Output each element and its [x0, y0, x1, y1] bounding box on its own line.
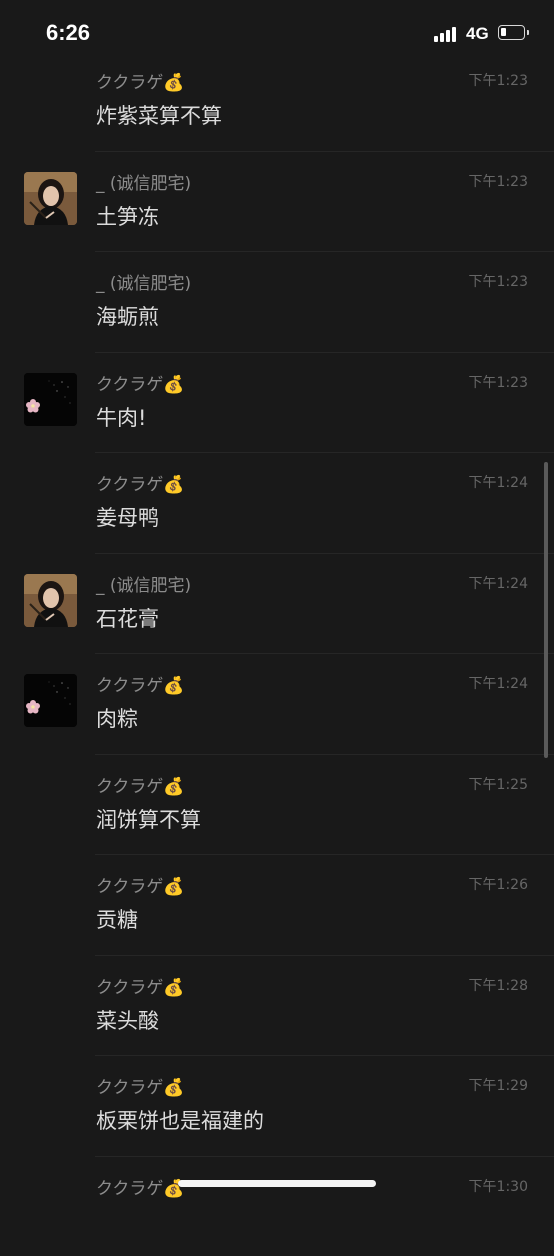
battery-icon	[498, 25, 525, 40]
message-timestamp: 下午1:30	[469, 1176, 528, 1196]
home-indicator[interactable]	[178, 1180, 376, 1187]
sender-name[interactable]: ククラゲ💰	[96, 872, 185, 897]
sender-name[interactable]: ククラゲ💰	[96, 68, 185, 93]
message-timestamp: 下午1:23	[469, 271, 528, 291]
message-divider	[95, 653, 554, 654]
message-timestamp: 下午1:25	[469, 774, 528, 794]
message-row[interactable]: _ (诚信肥宅) 下午1:23 海蛎煎	[0, 251, 554, 352]
message-divider	[95, 251, 554, 252]
message-text[interactable]: 牛肉!	[96, 402, 146, 432]
message-timestamp: 下午1:28	[469, 975, 528, 995]
message-row[interactable]: ククラゲ💰 下午1:29 板栗饼也是福建的	[0, 1055, 554, 1156]
message-text[interactable]: 肉粽	[96, 703, 138, 733]
flower-avatar-icon[interactable]	[24, 674, 77, 727]
message-timestamp: 下午1:24	[469, 573, 528, 593]
message-row[interactable]: ククラゲ💰 下午1:24 姜母鸭	[0, 452, 554, 553]
message-list[interactable]: ククラゲ💰下午1:23炸紫菜算不算_ (诚信肥宅)下午1:23土笋冻_ (诚信肥…	[0, 50, 554, 1256]
message-divider	[95, 1055, 554, 1056]
sender-name[interactable]: ククラゲ💰	[96, 1174, 185, 1199]
message-divider	[95, 854, 554, 855]
message-divider	[95, 754, 554, 755]
status-time: 6:26	[46, 20, 90, 46]
message-timestamp: 下午1:24	[469, 673, 528, 693]
sender-name[interactable]: _ (诚信肥宅)	[96, 571, 191, 596]
status-bar: 6:26 4G	[0, 0, 554, 66]
message-timestamp: 下午1:23	[469, 171, 528, 191]
message-row[interactable]: ククラゲ💰 下午1:23 牛肉!	[0, 352, 554, 453]
message-text[interactable]: 石花膏	[96, 603, 159, 633]
message-row[interactable]: ククラゲ💰 下午1:30	[0, 1156, 554, 1256]
message-row[interactable]: ククラゲ💰 下午1:25 润饼算不算	[0, 754, 554, 855]
message-text[interactable]: 海蛎煎	[96, 301, 159, 331]
message-timestamp: 下午1:29	[469, 1075, 528, 1095]
message-text[interactable]: 姜母鸭	[96, 502, 159, 532]
message-row[interactable]: ククラゲ💰 下午1:24 肉粽	[0, 653, 554, 754]
message-divider	[95, 151, 554, 152]
girl-avatar-icon[interactable]	[24, 574, 77, 627]
message-text[interactable]: 菜头酸	[96, 1005, 159, 1035]
sender-name[interactable]: ククラゲ💰	[96, 1073, 185, 1098]
message-text[interactable]: 润饼算不算	[96, 804, 201, 834]
message-timestamp: 下午1:26	[469, 874, 528, 894]
sender-name[interactable]: ククラゲ💰	[96, 973, 185, 998]
message-divider	[95, 352, 554, 353]
message-text[interactable]: 贡糖	[96, 904, 138, 934]
message-timestamp: 下午1:24	[469, 472, 528, 492]
message-divider	[95, 553, 554, 554]
sender-name[interactable]: ククラゲ💰	[96, 772, 185, 797]
sender-name[interactable]: _ (诚信肥宅)	[96, 269, 191, 294]
scrollbar[interactable]	[544, 462, 548, 758]
sender-name[interactable]: _ (诚信肥宅)	[96, 169, 191, 194]
sender-name[interactable]: ククラゲ💰	[96, 470, 185, 495]
message-text[interactable]: 板栗饼也是福建的	[96, 1105, 264, 1135]
message-row[interactable]: _ (诚信肥宅) 下午1:24 石花膏	[0, 553, 554, 654]
message-row[interactable]: ククラゲ💰 下午1:28 菜头酸	[0, 955, 554, 1056]
message-divider	[95, 452, 554, 453]
message-text[interactable]: 土笋冻	[96, 201, 159, 231]
girl-avatar-icon[interactable]	[24, 172, 77, 225]
battery-tip	[527, 30, 529, 35]
message-row[interactable]: _ (诚信肥宅) 下午1:23 土笋冻	[0, 151, 554, 252]
message-row[interactable]: ククラゲ💰 下午1:26 贡糖	[0, 854, 554, 955]
message-timestamp: 下午1:23	[469, 70, 528, 90]
message-timestamp: 下午1:23	[469, 372, 528, 392]
network-type-label: 4G	[466, 24, 489, 44]
message-text[interactable]: 炸紫菜算不算	[96, 100, 222, 130]
flower-avatar-icon[interactable]	[24, 373, 77, 426]
sender-name[interactable]: ククラゲ💰	[96, 370, 185, 395]
sender-name[interactable]: ククラゲ💰	[96, 671, 185, 696]
message-divider	[95, 955, 554, 956]
cellular-signal-icon	[434, 26, 460, 42]
message-divider	[95, 1156, 554, 1157]
